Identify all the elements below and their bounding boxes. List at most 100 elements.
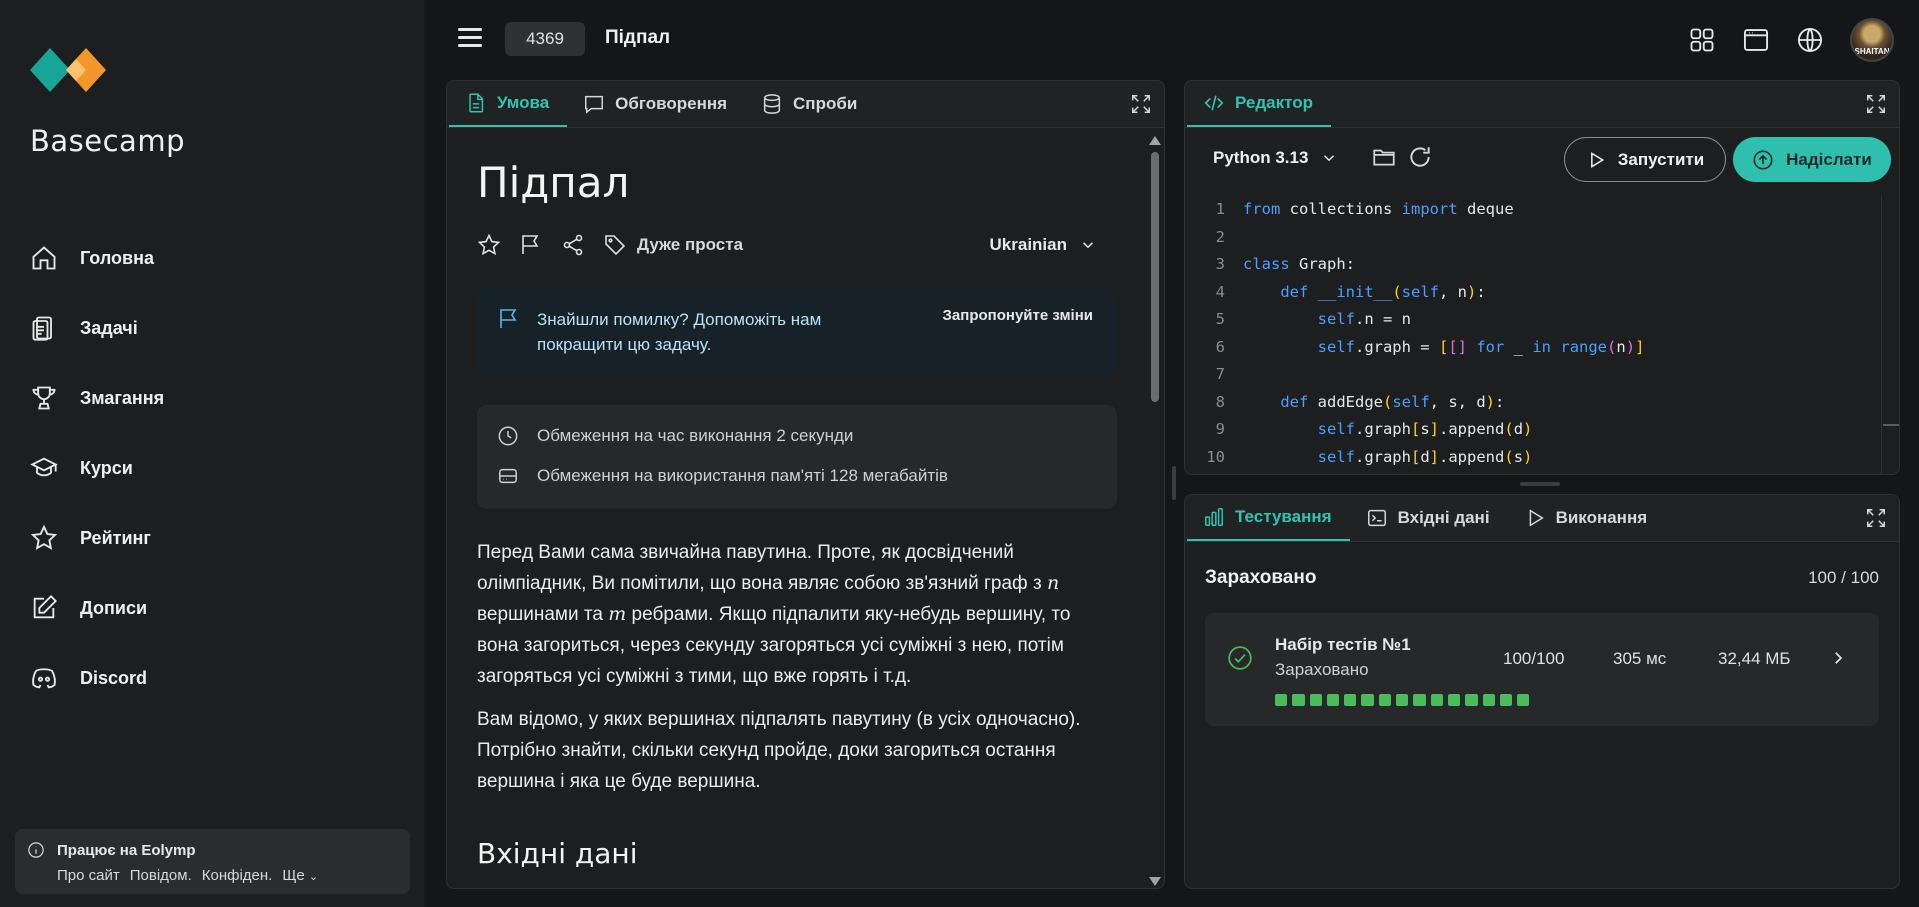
notice-message: Знайшли помилку? Допоможіть нам покращит… [537, 310, 822, 354]
powered-by-label: Працює на Eolymp [57, 841, 196, 859]
discord-icon [32, 668, 56, 689]
clock-icon [498, 426, 518, 446]
test-passed-square[interactable] [1482, 694, 1495, 707]
scrollbar-thumb[interactable] [1151, 152, 1159, 402]
chevron-down-icon [1082, 242, 1094, 249]
user-avatar[interactable]: SHAITAN [1850, 18, 1894, 62]
nav-item-label: Discord [80, 667, 148, 688]
tab-testing[interactable]: Тестування [1187, 495, 1350, 541]
test-passed-square[interactable] [1275, 694, 1288, 707]
test-passed-square[interactable] [1361, 694, 1374, 707]
problem-id-badge: 4369 [505, 22, 585, 56]
tab-label: Виконання [1555, 508, 1648, 527]
python-version-label: Python 3.13 [1213, 148, 1309, 167]
folder-icon[interactable] [1371, 144, 1397, 170]
nav-item-label: Задачі [80, 317, 138, 338]
submit-button[interactable]: Надіслати [1733, 137, 1891, 182]
home-icon [32, 246, 56, 270]
apps-grid-icon[interactable] [1688, 26, 1716, 54]
tab-statement[interactable]: Умова [449, 81, 568, 127]
about-link[interactable]: Про сайт [57, 867, 120, 884]
problem-content: Підпал Дуже проста Ukrainian Знайшли пом… [477, 128, 1117, 870]
check-circle-icon [1228, 646, 1252, 670]
tab-discussion[interactable]: Обговорення [567, 81, 745, 127]
more-link[interactable]: Ще ⌄ [282, 867, 318, 884]
code-scrollbar[interactable] [1881, 196, 1899, 474]
horizontal-resize-handle[interactable] [1520, 482, 1560, 486]
nav-item-home[interactable]: Головна [30, 223, 390, 293]
problem-title: Підпал [477, 158, 630, 207]
play-icon [1590, 151, 1604, 168]
test-passed-square[interactable] [1413, 694, 1426, 707]
globe-icon[interactable] [1796, 26, 1824, 54]
tab-input-data[interactable]: Вхідні дані [1350, 495, 1508, 541]
test-passed-square[interactable] [1499, 694, 1513, 707]
expand-icon[interactable] [1865, 93, 1887, 115]
language-select[interactable]: Ukrainian [990, 235, 1097, 255]
page-title: Підпал [605, 27, 671, 48]
test-results-strip [1275, 694, 1530, 707]
chevron-right-icon [1835, 652, 1843, 664]
test-passed-square[interactable] [1326, 694, 1340, 707]
tag-icon[interactable] [603, 233, 627, 257]
run-button[interactable]: Запустити [1564, 137, 1726, 182]
expand-icon[interactable] [1130, 93, 1152, 115]
code-line: 10 self.graph[d].append(s) [1185, 444, 1899, 472]
scroll-down-arrow[interactable] [1149, 877, 1161, 886]
test-passed-square[interactable] [1430, 694, 1443, 707]
line-number: 6 [1215, 337, 1225, 356]
suggest-changes-link[interactable]: Запропонуйте зміни [943, 307, 1093, 324]
problem-panel: Умова Обговорення Спроби Підпал Дуже про… [446, 80, 1165, 889]
tab-execution[interactable]: Виконання [1508, 495, 1666, 541]
nav-item-problems[interactable]: Задачі [30, 293, 390, 363]
expand-icon[interactable] [1865, 507, 1887, 529]
code-text: self.graph[d].append(s) [1317, 447, 1533, 466]
sidebar: Basecamp Головна Задачі Змагання Курси Р… [0, 0, 425, 907]
star-icon[interactable] [477, 233, 501, 257]
language-version-select[interactable]: Python 3.13 [1213, 148, 1338, 168]
difficulty-label[interactable]: Дуже проста [637, 235, 743, 255]
share-icon[interactable] [561, 233, 585, 257]
testing-tabs: Тестування Вхідні дані Виконання [1185, 495, 1899, 542]
test-passed-square[interactable] [1447, 694, 1461, 707]
code-text: self.graph[s].append(d) [1317, 420, 1533, 438]
test-passed-square[interactable] [1378, 694, 1392, 707]
problem-tabs: Умова Обговорення Спроби [447, 81, 1164, 128]
test-passed-square[interactable] [1292, 694, 1305, 707]
nav-item-contests[interactable]: Змагання [30, 363, 390, 433]
code-editor[interactable]: 1 from collections import deque 2 3 class … [1185, 196, 1899, 474]
statement-paragraph: Перед Вами сама звичайна павутина. Проте… [477, 537, 1117, 692]
test-passed-square[interactable] [1465, 694, 1478, 707]
editor-tabs: Редактор [1185, 81, 1899, 128]
nav-item-posts[interactable]: Дописи [30, 573, 390, 643]
browser-window-icon[interactable] [1742, 26, 1770, 54]
testset-status: Зараховано [1275, 660, 1369, 679]
basecamp-logo[interactable] [30, 42, 110, 98]
test-passed-square[interactable] [1344, 694, 1357, 707]
scrollbar[interactable] [1149, 136, 1161, 886]
vertical-resize-handle[interactable] [1172, 466, 1176, 500]
nav-item-rating[interactable]: Рейтинг [30, 503, 390, 573]
test-passed-square[interactable] [1396, 694, 1409, 707]
test-passed-square[interactable] [1517, 694, 1530, 707]
edit-icon [33, 595, 57, 619]
terminal-icon [1367, 509, 1386, 527]
tab-editor[interactable]: Редактор [1187, 81, 1331, 127]
test-passed-square[interactable] [1309, 694, 1322, 707]
nav-item-courses[interactable]: Курси [30, 433, 390, 503]
code-line: 1 from collections import deque [1185, 196, 1899, 224]
scroll-up-arrow[interactable] [1149, 136, 1161, 145]
flag-icon[interactable] [519, 233, 543, 257]
privacy-link[interactable]: Конфіден. [202, 867, 273, 884]
statement-paragraph: Вам відомо, у яких вершинах підпалять па… [477, 709, 1081, 792]
nav-item-discord[interactable]: Discord [30, 643, 390, 713]
tab-label: Тестування [1235, 507, 1332, 526]
menu-icon[interactable] [458, 28, 482, 48]
nav-item-label: Рейтинг [80, 527, 151, 548]
report-link[interactable]: Повідом. [130, 867, 192, 884]
tab-submissions[interactable]: Спроби [745, 81, 875, 127]
brand-name[interactable]: Basecamp [30, 124, 185, 158]
testset-row[interactable]: Набір тестів №1 Зараховано 100/100 305 м… [1205, 613, 1879, 726]
reset-icon[interactable] [1407, 144, 1433, 170]
avatar-text: SHAITAN [1854, 47, 1890, 56]
